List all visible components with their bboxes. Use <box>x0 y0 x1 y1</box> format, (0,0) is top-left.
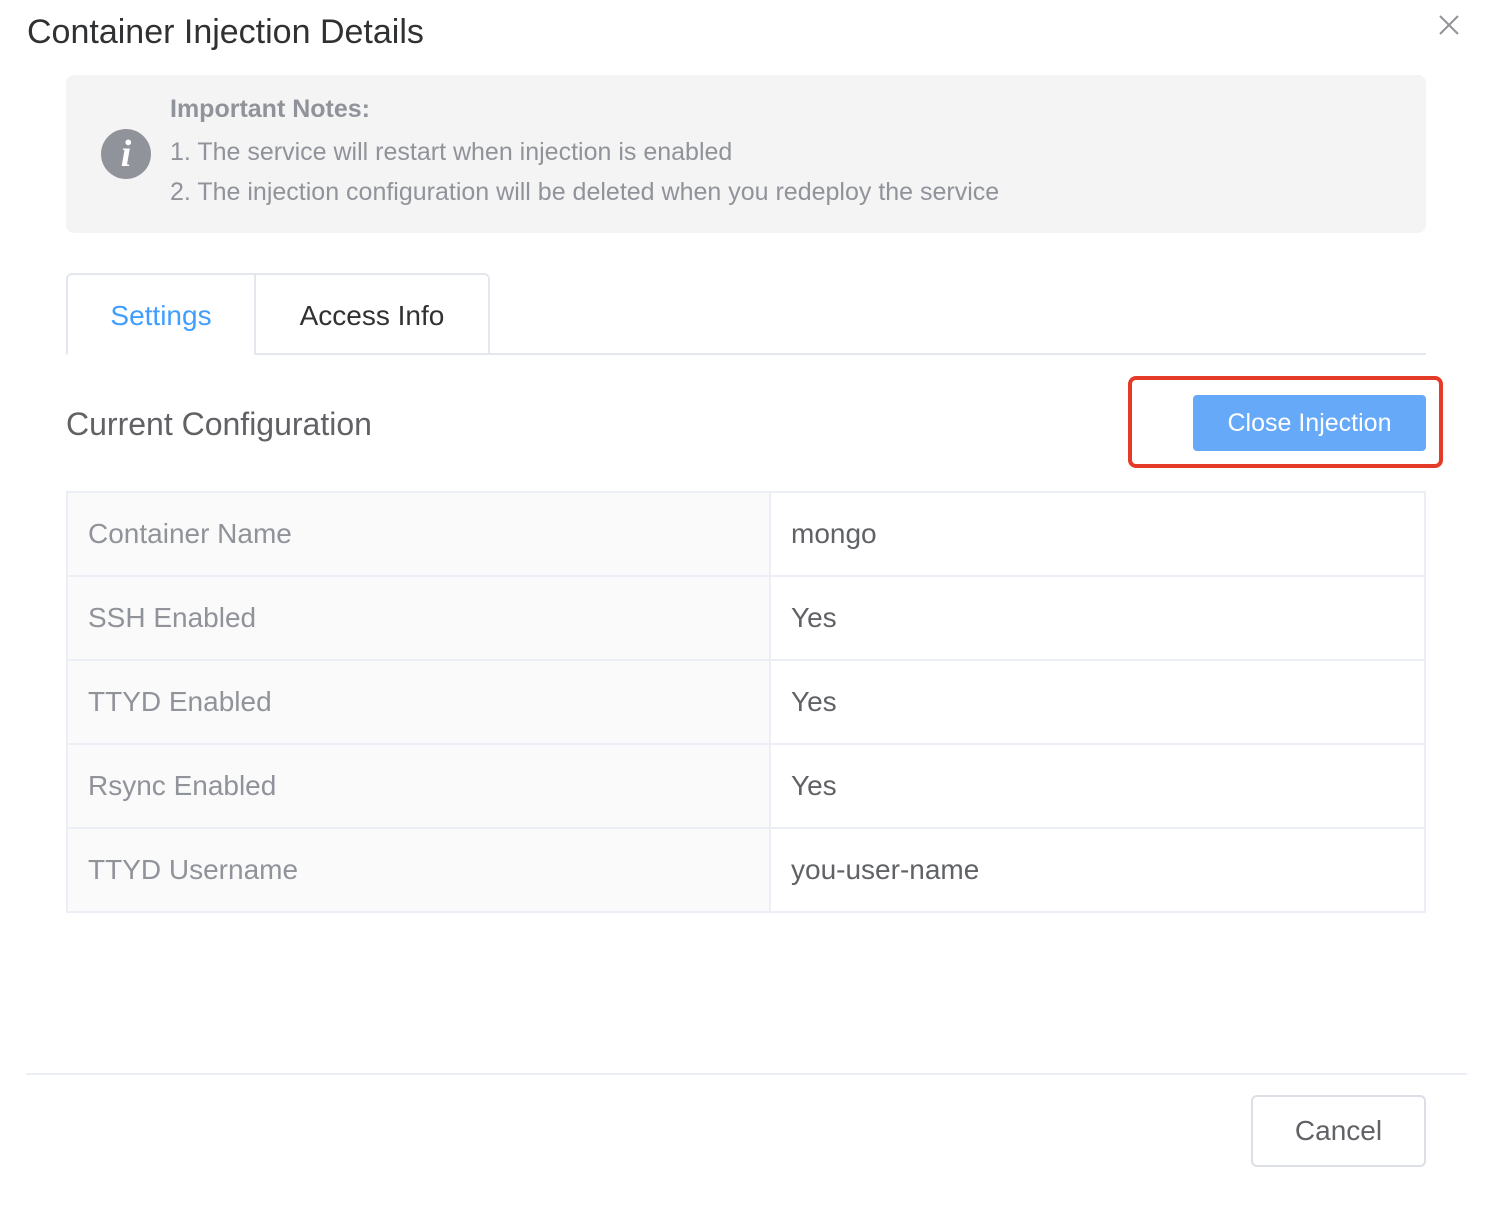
configuration-table: Container Name mongo SSH Enabled Yes TTY… <box>66 491 1426 913</box>
config-value: Yes <box>769 575 1426 661</box>
config-key: Rsync Enabled <box>66 743 771 829</box>
table-row: Rsync Enabled Yes <box>66 743 1426 829</box>
config-value: you-user-name <box>769 827 1426 913</box>
footer-divider <box>26 1073 1467 1075</box>
section-title: Current Configuration <box>66 406 372 442</box>
table-row: TTYD Username you-user-name <box>66 827 1426 913</box>
info-icon: i <box>101 129 151 179</box>
close-icon-glyph <box>1439 15 1459 35</box>
dialog-title: Container Injection Details <box>27 13 424 51</box>
table-row: SSH Enabled Yes <box>66 575 1426 661</box>
close-icon[interactable] <box>1436 12 1462 38</box>
config-key: TTYD Username <box>66 827 771 913</box>
close-injection-button[interactable]: Close Injection <box>1193 395 1426 451</box>
tab-access-info[interactable]: Access Info <box>254 273 490 355</box>
notice-line: 2. The injection configuration will be d… <box>170 178 1000 206</box>
config-value: Yes <box>769 743 1426 829</box>
config-key: TTYD Enabled <box>66 659 771 745</box>
notice-title: Important Notes: <box>170 95 370 123</box>
config-key: SSH Enabled <box>66 575 771 661</box>
config-value: Yes <box>769 659 1426 745</box>
tab-bar: Settings Access Info <box>66 273 1426 355</box>
notice-line: 1. The service will restart when injecti… <box>170 138 733 166</box>
cancel-button[interactable]: Cancel <box>1251 1095 1426 1167</box>
important-notes-alert: i Important Notes: 1. The service will r… <box>66 75 1426 233</box>
tab-settings[interactable]: Settings <box>66 273 256 355</box>
config-value: mongo <box>769 491 1426 577</box>
table-row: Container Name mongo <box>66 491 1426 577</box>
table-row: TTYD Enabled Yes <box>66 659 1426 745</box>
config-key: Container Name <box>66 491 771 577</box>
container-injection-dialog: Container Injection Details i Important … <box>0 0 1496 1216</box>
